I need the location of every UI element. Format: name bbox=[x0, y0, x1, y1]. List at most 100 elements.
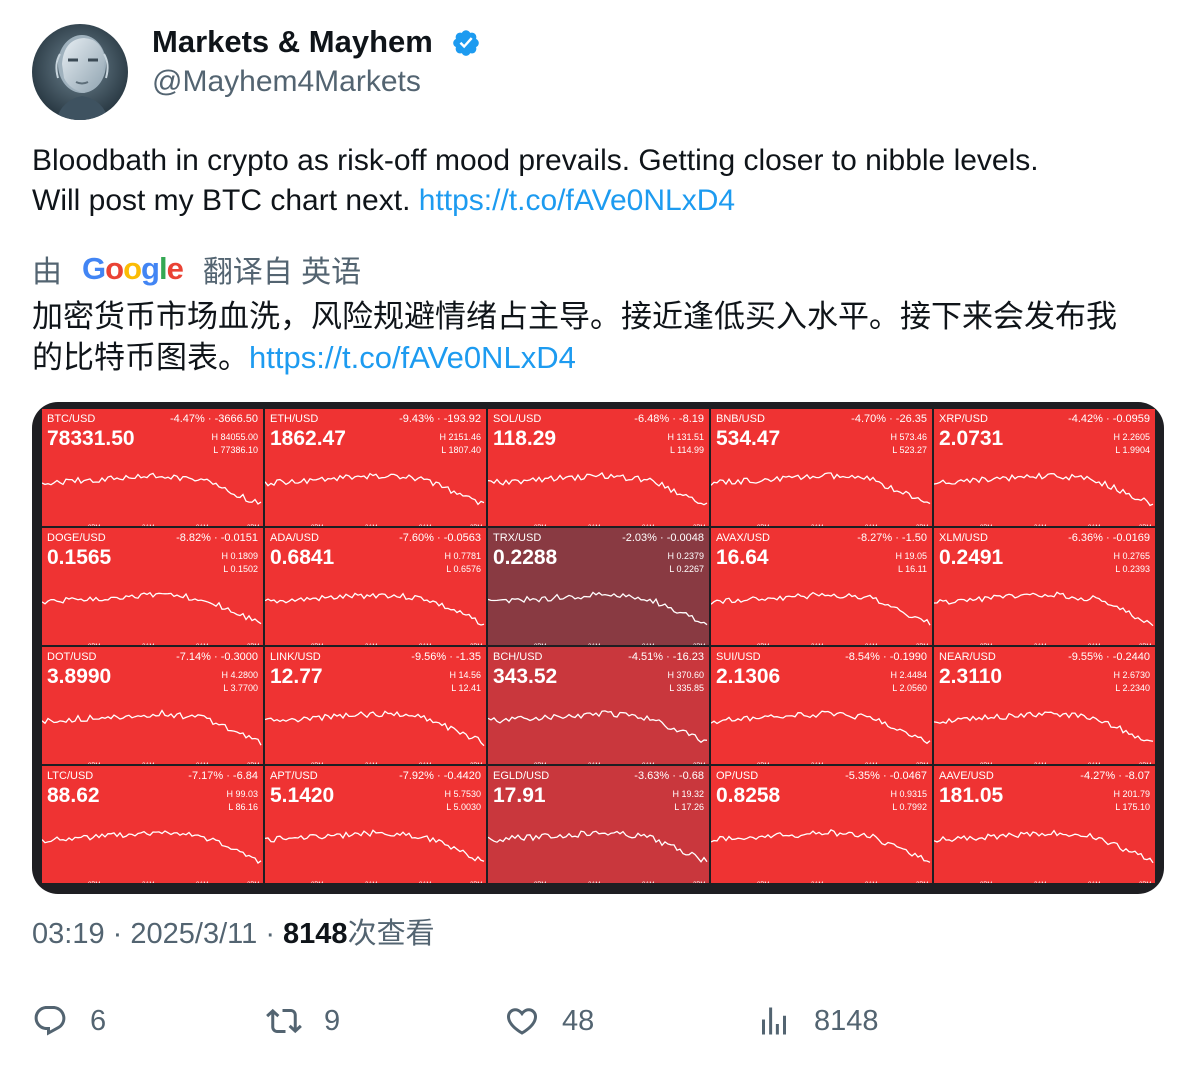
time-axis-label: 8PM bbox=[980, 882, 992, 883]
time-axis-label: 2PM bbox=[693, 763, 705, 764]
time-axis-label: 2AM bbox=[365, 882, 377, 883]
price-sparkline bbox=[265, 710, 485, 747]
time-axis-label: 2PM bbox=[1139, 882, 1151, 883]
reply-icon bbox=[34, 1006, 66, 1036]
price-sparkline bbox=[711, 828, 931, 863]
translated-line-1: 加密货币市场血洗，风险规避情绪占主导。接近逢低买入水平。接下来会发布我 bbox=[32, 299, 1117, 334]
repost-button[interactable]: 9 bbox=[266, 1003, 340, 1039]
time-axis-label: 2PM bbox=[470, 644, 482, 645]
price-sparkline bbox=[265, 829, 485, 862]
time-axis-label: 2AM bbox=[1034, 763, 1046, 764]
time-axis-label: 8AM bbox=[196, 644, 208, 645]
time-axis-label: 2PM bbox=[247, 882, 259, 883]
translated-link[interactable]: https://t.co/fAVe0NLxD4 bbox=[249, 340, 576, 375]
ticker-high: H 0.2765 bbox=[1113, 551, 1150, 561]
time-axis-label: 8AM bbox=[865, 644, 877, 645]
ticker-change: -4.70% · -26.35 bbox=[851, 413, 927, 425]
ticker-high: H 0.9315 bbox=[890, 789, 927, 799]
ticker-price: 16.64 bbox=[716, 546, 769, 569]
ticker-change: -7.17% · -6.84 bbox=[188, 770, 258, 782]
ticker-high: H 131.51 bbox=[667, 432, 704, 442]
ticker-price: 0.2288 bbox=[493, 546, 558, 569]
ticker-high: H 2.6730 bbox=[1113, 670, 1150, 680]
crypto-price-grid: BTC/USD -4.47% · -3666.50 78331.50 H 84055.… bbox=[42, 409, 1155, 886]
time-axis-label: 8AM bbox=[642, 644, 654, 645]
ticker-tile: XRP/USD -4.42% · -0.0959 2.0731 H 2.2605 L 1… bbox=[934, 409, 1155, 526]
ticker-change: -9.56% · -1.35 bbox=[411, 651, 481, 663]
like-button[interactable]: 48 bbox=[504, 1003, 594, 1039]
time-axis-label: 2PM bbox=[247, 763, 259, 764]
time-axis-label: 2AM bbox=[1034, 882, 1046, 883]
time-axis-label: 2AM bbox=[588, 763, 600, 764]
time-axis-label: 8AM bbox=[1088, 644, 1100, 645]
ticker-change: -6.36% · -0.0169 bbox=[1068, 532, 1150, 544]
ticker-price: 2.3110 bbox=[939, 665, 1003, 688]
ticker-change: -7.14% · -0.3000 bbox=[176, 651, 258, 663]
time-axis-label: 8AM bbox=[642, 882, 654, 883]
author-handle[interactable]: @Mayhem4Markets bbox=[152, 62, 421, 102]
tweet-link[interactable]: https://t.co/fAVe0NLxD4 bbox=[419, 184, 735, 217]
translated-line-2: 的比特币图表。https://t.co/fAVe0NLxD4 bbox=[32, 337, 1172, 378]
time-axis-label: 2AM bbox=[811, 763, 823, 764]
time-axis-label: 2AM bbox=[588, 882, 600, 883]
meta-separator: · bbox=[112, 918, 123, 950]
time-axis-label: 2PM bbox=[693, 525, 705, 526]
avatar[interactable] bbox=[32, 24, 128, 120]
time-axis-label: 8PM bbox=[88, 763, 100, 764]
time-axis-label: 2AM bbox=[811, 644, 823, 645]
ticker-change: -4.27% · -8.07 bbox=[1080, 770, 1150, 782]
ticker-symbol: XRP/USD bbox=[939, 413, 988, 425]
time-axis-label: 2AM bbox=[365, 763, 377, 764]
views-count: 8148 bbox=[814, 1004, 879, 1037]
ticker-high: H 2.2605 bbox=[1113, 432, 1150, 442]
time-axis-label: 2PM bbox=[1139, 644, 1151, 645]
time-axis-label: 8PM bbox=[757, 644, 769, 645]
ticker-tile: LTC/USD -7.17% · -6.84 88.62 H 99.03 L 86.16… bbox=[42, 766, 263, 883]
ticker-symbol: SOL/USD bbox=[493, 413, 542, 425]
time-axis-label: 2PM bbox=[247, 525, 259, 526]
price-sparkline bbox=[488, 830, 708, 863]
ticker-tile: DOGE/USD -8.82% · -0.0151 0.1565 H 0.1809 L … bbox=[42, 528, 263, 645]
price-sparkline bbox=[934, 472, 1154, 507]
ticker-tile: NEAR/USD -9.55% · -0.2440 2.3110 H 2.6730 L … bbox=[934, 647, 1155, 764]
time-axis-label: 8PM bbox=[88, 644, 100, 645]
ticker-tile: AVAX/USD -8.27% · -1.50 16.64 H 19.05 L 16.1… bbox=[711, 528, 932, 645]
ticker-change: -8.82% · -0.0151 bbox=[176, 532, 258, 544]
ticker-symbol: APT/USD bbox=[270, 770, 318, 782]
ticker-tile: XLM/USD -6.36% · -0.0169 0.2491 H 0.2765 L 0… bbox=[934, 528, 1155, 645]
ticker-price: 12.77 bbox=[270, 665, 323, 688]
tweet-media-image[interactable]: BTC/USD -4.47% · -3666.50 78331.50 H 84055.… bbox=[32, 402, 1164, 894]
time-axis-label: 8PM bbox=[980, 525, 992, 526]
ticker-high: H 0.2379 bbox=[667, 551, 704, 561]
author-name[interactable]: Markets & Mayhem bbox=[152, 22, 433, 62]
price-sparkline bbox=[711, 710, 931, 745]
time-axis-label: 2AM bbox=[1034, 525, 1046, 526]
price-sparkline bbox=[934, 829, 1154, 864]
time-axis-label: 2PM bbox=[693, 644, 705, 645]
time-axis-label: 2PM bbox=[470, 882, 482, 883]
ticker-high: H 4.2800 bbox=[221, 670, 258, 680]
tweet-date[interactable]: 2025/3/11 bbox=[130, 918, 257, 950]
views-button[interactable]: 8148 bbox=[756, 1003, 879, 1039]
reply-button[interactable]: 6 bbox=[32, 1003, 106, 1039]
ticker-high: H 0.1809 bbox=[221, 551, 258, 561]
price-sparkline bbox=[265, 472, 485, 506]
reply-count: 6 bbox=[90, 1004, 107, 1037]
price-sparkline bbox=[934, 711, 1154, 742]
tweet-meta: 03:19 · 2025/3/11 · 8148次查看 bbox=[32, 914, 435, 954]
meta-separator: · bbox=[265, 918, 275, 950]
ticker-price: 5.1420 bbox=[270, 784, 335, 807]
time-axis-label: 2PM bbox=[1139, 763, 1151, 764]
ticker-high: H 5.7530 bbox=[444, 789, 481, 799]
ticker-change: -7.60% · -0.0563 bbox=[399, 532, 481, 544]
translation-label[interactable]: 翻译自 英语 bbox=[203, 247, 361, 291]
ticker-high: H 84055.00 bbox=[211, 432, 258, 442]
time-axis-label: 8AM bbox=[865, 763, 877, 764]
ticker-symbol: OP/USD bbox=[716, 770, 759, 782]
time-axis-label: 8AM bbox=[196, 763, 208, 764]
time-axis-label: 2PM bbox=[916, 644, 928, 645]
time-axis-label: 8AM bbox=[196, 882, 208, 883]
tweet-time[interactable]: 03:19 bbox=[32, 918, 105, 950]
view-count: 8148 bbox=[283, 918, 348, 950]
time-axis-label: 8PM bbox=[88, 525, 100, 526]
